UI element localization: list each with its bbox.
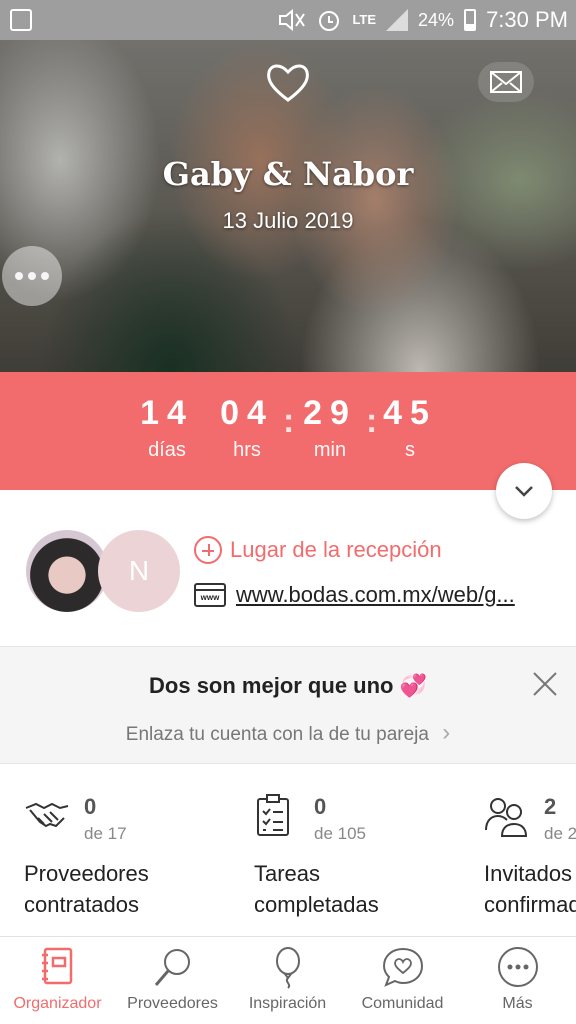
link-partner-banner: Dos son mejor que uno 💞 Enlaza tu cuenta…: [0, 646, 576, 764]
wedding-date: 13 Julio 2019: [222, 208, 354, 233]
user-avatar[interactable]: [26, 530, 108, 612]
close-icon[interactable]: [530, 669, 560, 699]
image-notification-icon: [10, 9, 32, 31]
nav-comunidad[interactable]: Comunidad: [345, 945, 460, 1013]
handshake-icon: [25, 802, 69, 828]
link-partner-label: Enlaza tu cuenta con la de tu pareja: [125, 724, 429, 745]
countdown-seconds: 45 s: [355, 394, 465, 462]
stat-label-line: Invitados: [484, 861, 573, 886]
nav-organizador[interactable]: Organizador: [0, 945, 115, 1013]
nav-label: Inspiración: [248, 995, 327, 1012]
chevron-down-icon: [515, 486, 533, 497]
stat-label-line: completadas: [254, 892, 379, 917]
seconds-label: s: [405, 439, 415, 461]
mute-icon: [279, 8, 306, 32]
web-browser-icon: www: [194, 583, 226, 607]
mail-icon: [490, 71, 522, 93]
balloon-icon: [275, 947, 300, 989]
partner-avatar[interactable]: N: [98, 530, 180, 612]
stat-label-line: Proveedores: [24, 861, 149, 886]
signal-icon: [386, 9, 409, 31]
nav-label: Más: [502, 995, 533, 1012]
website-url: www.bodas.com.mx/web/g...: [236, 582, 515, 607]
dot-icon: [15, 272, 23, 280]
dot-icon: [41, 272, 49, 280]
notebook-icon: [41, 947, 72, 985]
bottom-navigation: Organizador Proveedores Inspiración Comu…: [0, 936, 576, 1024]
chat-heart-icon: [382, 947, 423, 987]
venue-label: Lugar de la recepción: [230, 537, 442, 562]
stat-count: 0: [314, 794, 327, 819]
chevron-right-icon: ›: [442, 719, 451, 746]
nav-label: Proveedores: [127, 995, 218, 1012]
nav-label: Comunidad: [361, 995, 444, 1012]
heart-icon[interactable]: [264, 60, 312, 104]
wedding-website-link[interactable]: www www.bodas.com.mx/web/g...: [194, 582, 552, 608]
more-options-button[interactable]: [2, 246, 62, 306]
clock: 7:30 PM: [486, 7, 568, 32]
wedding-info: N Lugar de la recepción www www.bodas.co…: [0, 490, 576, 646]
dot-icon: [28, 272, 36, 280]
stat-label: Invitados confirmados: [484, 858, 576, 920]
battery-percent: 24%: [418, 9, 455, 30]
stat-total: de 105: [314, 824, 366, 843]
network-type: LTE: [352, 12, 377, 27]
more-icon: [497, 947, 538, 987]
status-bar: LTE 24% 7:30 PM: [0, 0, 576, 40]
banner-title: Dos son mejor que uno 💞: [149, 673, 427, 698]
countdown: 14 días 04 hrs : 29 min : 45 s: [0, 372, 576, 490]
stat-label-line: Tareas: [254, 861, 321, 886]
couple-name: Gaby & Nabor: [162, 155, 414, 193]
seconds-value: 45: [383, 394, 437, 432]
nav-label: Organizador: [13, 995, 102, 1012]
stat-count: 0: [84, 794, 97, 819]
checklist-icon: [257, 794, 289, 836]
nav-mas[interactable]: Más: [460, 945, 575, 1013]
nav-inspiracion[interactable]: Inspiración: [230, 945, 345, 1013]
stat-label: Tareas completadas: [254, 858, 379, 920]
alarm-icon: [319, 11, 340, 31]
search-icon: [154, 949, 190, 986]
stat-label-line: contratados: [24, 892, 139, 917]
add-circle-icon: [194, 536, 222, 564]
link-partner-button[interactable]: Enlaza tu cuenta con la de tu pareja ›: [0, 719, 576, 747]
stat-total: de 17: [84, 824, 127, 843]
guests-icon: [485, 798, 528, 837]
stat-label: Proveedores contratados: [24, 858, 149, 920]
stat-count: 2: [544, 794, 557, 819]
add-venue-button[interactable]: Lugar de la recepción: [194, 536, 442, 564]
mail-button[interactable]: [478, 62, 534, 102]
nav-proveedores[interactable]: Proveedores: [115, 945, 230, 1013]
battery-icon: [464, 9, 477, 31]
stat-label-line: confirmados: [484, 892, 576, 917]
status-right: LTE 24% 7:30 PM: [276, 0, 568, 40]
stats-carousel[interactable]: 0 de 17 Proveedores contratados 0 de 105…: [0, 764, 576, 936]
expand-button[interactable]: [496, 463, 552, 519]
notification-icons: [0, 9, 32, 31]
stat-total: de 2: [544, 824, 576, 843]
hero-photo[interactable]: Gaby & Nabor 13 Julio 2019: [0, 40, 576, 372]
